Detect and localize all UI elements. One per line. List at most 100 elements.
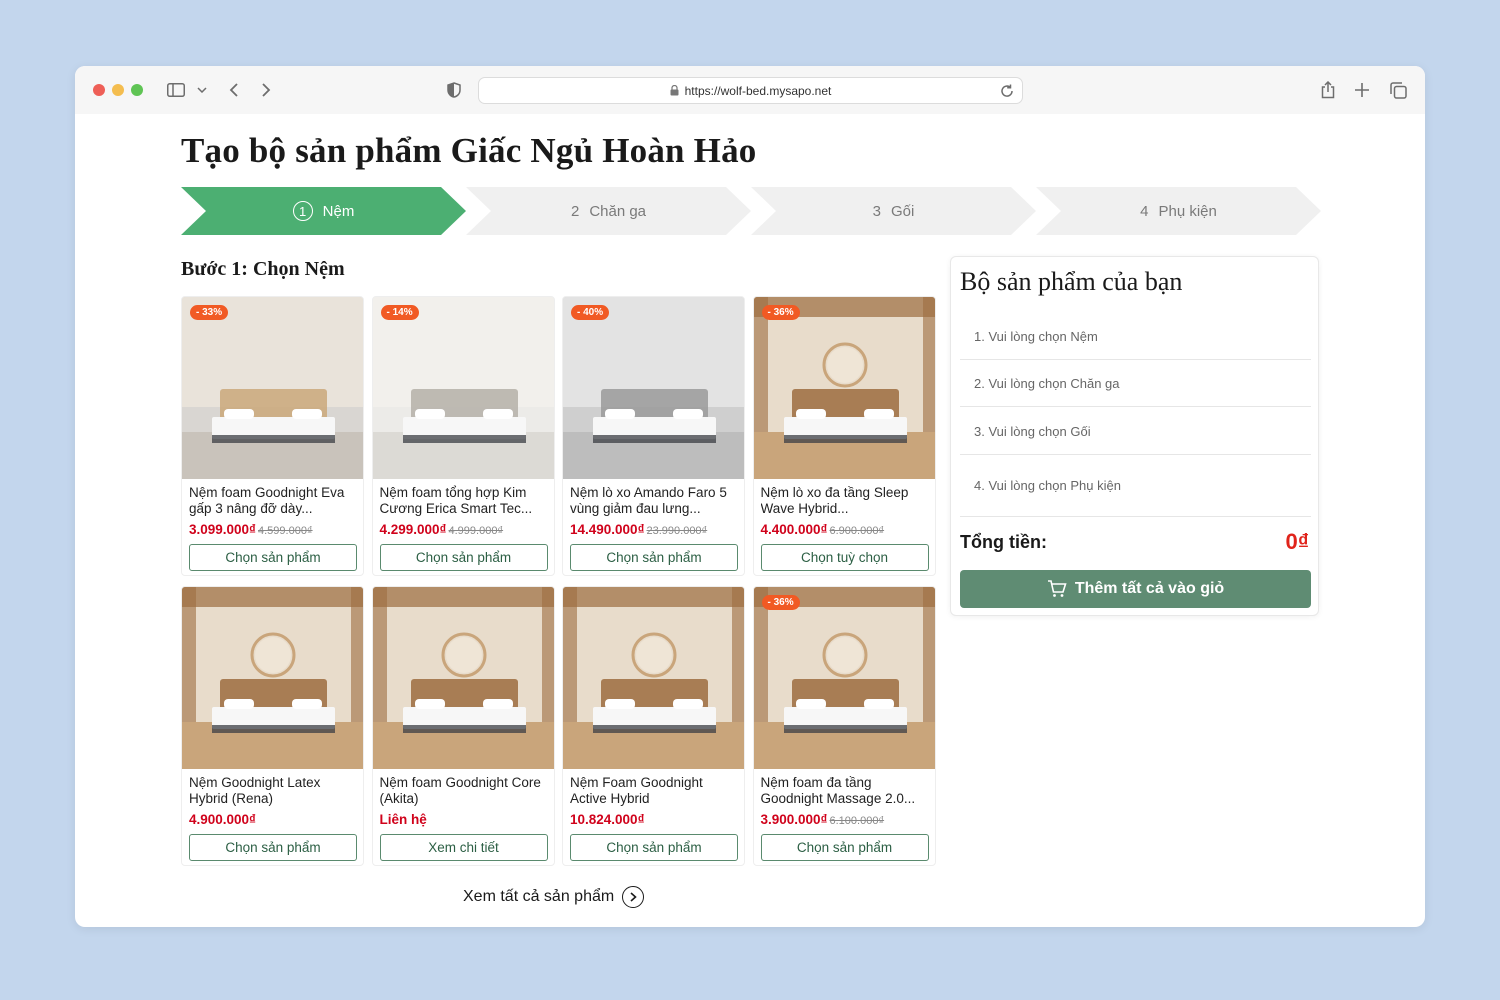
product-image[interactable]	[563, 297, 745, 479]
minimize-window-button[interactable]	[112, 84, 124, 96]
product-card[interactable]: Nệm foam Goodnight Core (Akita) Liên hệ Xe…	[371, 586, 555, 866]
step-label: Chăn ga	[589, 202, 647, 220]
discount-badge: - 14%	[380, 305, 419, 320]
product-name[interactable]: Nệm lò xo Amando Faro 5 vùng giảm đau lư…	[570, 485, 740, 517]
total-label: Tổng tiền:	[960, 532, 1047, 552]
step-accessories[interactable]: 4 Phụ kiện	[1036, 187, 1321, 235]
add-all-to-cart-button[interactable]: Thêm tất cả vào giỏ	[960, 570, 1311, 608]
product-price: 3.099.000₫	[189, 522, 256, 537]
bundle-summary-panel: Bộ sản phẩm của bạn 1. Vui lòng chọn Nệm…	[950, 256, 1319, 616]
price-row: 14.490.000₫ 23.990.000₫	[570, 521, 707, 539]
view-all-products-link[interactable]: Xem tất cả sản phẩm	[463, 886, 645, 908]
product-image[interactable]	[753, 297, 936, 479]
step-pillow[interactable]: 3 Gối	[751, 187, 1036, 235]
cart-icon	[1047, 580, 1067, 597]
sidebar-toggle-icon[interactable]	[165, 79, 187, 101]
price-row: 3.900.000₫ 6.100.000₫	[761, 811, 885, 829]
summary-item-accessories: 4. Vui lòng chọn Phụ kiện	[960, 455, 1311, 517]
product-card[interactable]: - 36% Nệm foam đa tầng Goodnight Massage …	[752, 586, 936, 866]
product-card[interactable]: Nệm Goodnight Latex Hybrid (Rena) 4.900.0…	[181, 586, 364, 866]
browser-window: https://wolf-bed.mysapo.net Tạo bộ sản p…	[75, 66, 1425, 927]
step-number: 1	[292, 201, 313, 221]
product-card[interactable]: - 33% Nệm foam Goodnight Eva gấp 3 nâng đ…	[181, 296, 364, 576]
product-name[interactable]: Nệm Foam Goodnight Active Hybrid	[570, 775, 740, 807]
product-name[interactable]: Nệm foam đa tầng Goodnight Massage 2.0..…	[761, 775, 931, 807]
maximize-window-button[interactable]	[131, 84, 143, 96]
product-old-price: 6.100.000₫	[829, 815, 885, 827]
address-bar[interactable]: https://wolf-bed.mysapo.net	[478, 77, 1023, 104]
tab-overview-icon[interactable]	[1387, 79, 1409, 101]
product-card[interactable]: - 40% Nệm lò xo Amando Faro 5 vùng giảm đ…	[562, 296, 745, 576]
discount-badge: - 36%	[761, 595, 800, 610]
close-window-button[interactable]	[93, 84, 105, 96]
summary-item-bedding: 2. Vui lòng chọn Chăn ga	[960, 360, 1311, 407]
discount-badge: - 36%	[761, 305, 800, 320]
shield-icon[interactable]	[443, 79, 465, 101]
lock-icon	[670, 85, 679, 96]
step-label: Phụ kiện	[1158, 202, 1217, 220]
product-price: 4.400.000₫	[760, 522, 828, 537]
product-image[interactable]	[372, 587, 555, 769]
product-name[interactable]: Nệm lò xo đa tầng Sleep Wave Hybrid...	[761, 485, 931, 517]
summary-title: Bộ sản phẩm của bạn	[960, 267, 1183, 296]
reload-icon[interactable]	[998, 82, 1016, 100]
product-price: 3.900.000₫	[760, 812, 828, 827]
share-icon[interactable]	[1317, 79, 1339, 101]
discount-badge: - 33%	[190, 305, 229, 320]
product-old-price: 23.990.000₫	[646, 525, 708, 537]
select-product-button[interactable]: Chọn sản phẩm	[760, 834, 929, 861]
browser-toolbar: https://wolf-bed.mysapo.net	[75, 66, 1425, 114]
select-product-button[interactable]: Chọn sản phẩm	[379, 544, 548, 571]
product-image[interactable]	[182, 587, 364, 769]
product-image[interactable]	[753, 587, 936, 769]
product-name[interactable]: Nệm foam Goodnight Eva gấp 3 nâng đỡ dày…	[189, 485, 359, 517]
price-row: 10.824.000₫	[570, 811, 645, 829]
product-old-price: 4.599.000₫	[258, 525, 313, 537]
chevron-right-icon	[622, 886, 645, 908]
step-progress-bar: 1 Nệm 2 Chăn ga 3 Gối 4 Phụ kiện	[181, 187, 1321, 235]
step-label: Gối	[891, 202, 915, 220]
select-product-button[interactable]: Chọn sản phẩm	[570, 544, 738, 571]
product-price: 4.900.000₫	[189, 812, 256, 827]
view-all-label: Xem tất cả sản phẩm	[463, 888, 615, 905]
total-value: 0₫	[1285, 529, 1309, 554]
step-number: 4	[1140, 202, 1149, 220]
product-image[interactable]	[182, 297, 364, 479]
select-product-button[interactable]: Chọn sản phẩm	[570, 834, 738, 861]
forward-arrow-icon[interactable]	[255, 79, 277, 101]
step-number: 3	[872, 202, 881, 220]
chevron-down-icon[interactable]	[191, 79, 213, 101]
cart-button-label: Thêm tất cả vào giỏ	[1074, 580, 1225, 597]
select-product-button[interactable]: Chọn sản phẩm	[189, 834, 357, 861]
step-matress[interactable]: 1 Nệm	[181, 187, 466, 235]
product-image[interactable]	[372, 297, 555, 479]
select-product-button[interactable]: Chọn tuỳ chọn	[760, 544, 929, 571]
product-card[interactable]: Nệm Foam Goodnight Active Hybrid 10.824.0…	[562, 586, 745, 866]
summary-item-pillow: 3. Vui lòng chọn Gối	[960, 408, 1311, 455]
select-product-button[interactable]: Chọn sản phẩm	[189, 544, 357, 571]
product-card[interactable]: - 14% Nệm foam tổng hợp Kim Cương Erica S…	[371, 296, 555, 576]
product-image[interactable]	[563, 587, 745, 769]
product-name[interactable]: Nệm Goodnight Latex Hybrid (Rena)	[189, 775, 359, 807]
product-price: 4.299.000₫	[379, 522, 447, 537]
product-name[interactable]: Nệm foam Goodnight Core (Akita)	[380, 775, 550, 807]
step-number: 2	[570, 202, 580, 220]
select-product-button[interactable]: Xem chi tiết	[379, 834, 548, 861]
product-name[interactable]: Nệm foam tổng hợp Kim Cương Erica Smart …	[380, 485, 550, 517]
product-price: 14.490.000₫	[570, 522, 645, 537]
price-row: Liên hệ	[380, 811, 427, 829]
price-row: 4.299.000₫ 4.999.000₫	[380, 521, 504, 539]
url-text: https://wolf-bed.mysapo.net	[684, 83, 832, 98]
product-price: Liên hệ	[379, 812, 427, 827]
product-old-price: 4.999.000₫	[448, 525, 504, 537]
summary-item-mattress: 1. Vui lòng chọn Nệm	[960, 313, 1311, 360]
section-title: Bước 1: Chọn Nệm	[181, 258, 345, 280]
page-title: Tạo bộ sản phẩm Giấc Ngủ Hoàn Hảo	[181, 131, 757, 170]
back-arrow-icon[interactable]	[222, 79, 244, 101]
product-old-price: 6.900.000₫	[829, 525, 885, 537]
new-tab-icon[interactable]	[1351, 79, 1373, 101]
price-row: 3.099.000₫ 4.599.000₫	[189, 521, 313, 539]
product-card[interactable]: - 36% Nệm lò xo đa tầng Sleep Wave Hybrid…	[752, 296, 936, 576]
product-price: 10.824.000₫	[570, 812, 645, 827]
step-bedding[interactable]: 2 Chăn ga	[466, 187, 751, 235]
